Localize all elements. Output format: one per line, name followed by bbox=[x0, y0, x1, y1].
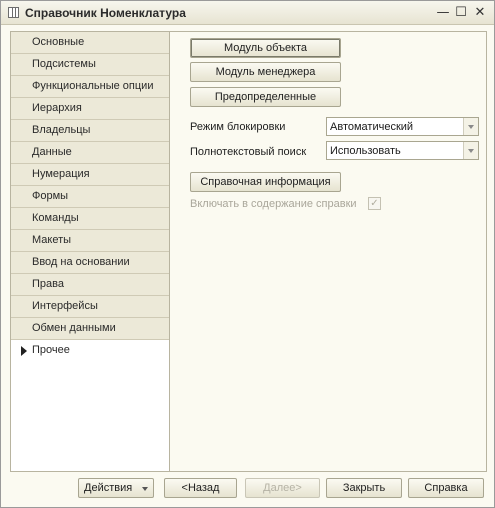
include-in-help-label: Включать в содержание справки bbox=[190, 198, 357, 210]
actions-menu-button[interactable]: Действия bbox=[78, 478, 154, 498]
chevron-down-icon bbox=[142, 487, 148, 491]
sidebar-item-other-label: Прочее bbox=[32, 344, 70, 356]
sidebar-item-templates[interactable]: Макеты bbox=[11, 230, 169, 252]
next-button[interactable]: Далее> bbox=[245, 478, 320, 498]
sidebar-nav: Основные Подсистемы Функциональные опции… bbox=[10, 31, 170, 472]
close-icon[interactable]: ✕ bbox=[472, 5, 488, 21]
lock-mode-select[interactable]: Автоматический bbox=[326, 117, 479, 136]
predefined-button[interactable]: Предопределенные bbox=[190, 87, 341, 107]
sidebar-item-hierarchy[interactable]: Иерархия bbox=[11, 98, 169, 120]
close-button[interactable]: Закрыть bbox=[326, 478, 402, 498]
sidebar-item-forms[interactable]: Формы bbox=[11, 186, 169, 208]
sidebar-item-basic[interactable]: Основные bbox=[11, 32, 169, 54]
window-title: Справочник Номенклатура bbox=[25, 6, 186, 20]
lock-mode-label: Режим блокировки bbox=[190, 121, 286, 133]
help-info-button[interactable]: Справочная информация bbox=[190, 172, 341, 192]
maximize-icon[interactable]: ☐ bbox=[453, 5, 469, 21]
help-button[interactable]: Справка bbox=[408, 478, 484, 498]
fulltext-search-value: Использовать bbox=[330, 145, 401, 157]
manager-module-button[interactable]: Модуль менеджера bbox=[190, 62, 341, 82]
catalog-icon bbox=[8, 7, 19, 18]
sidebar-item-other[interactable]: Прочее bbox=[11, 340, 169, 362]
selected-arrow-icon bbox=[21, 346, 27, 356]
include-in-help-checkbox[interactable]: ✓ bbox=[368, 197, 381, 210]
title-bar: Справочник Номенклатура — ☐ ✕ bbox=[1, 1, 494, 25]
chevron-down-icon[interactable] bbox=[463, 118, 478, 135]
sidebar-item-owners[interactable]: Владельцы bbox=[11, 120, 169, 142]
sidebar-item-commands[interactable]: Команды bbox=[11, 208, 169, 230]
minimize-icon[interactable]: — bbox=[435, 5, 451, 21]
object-module-button[interactable]: Модуль объекта bbox=[190, 38, 341, 58]
sidebar-item-data-exchange[interactable]: Обмен данными bbox=[11, 318, 169, 340]
sidebar-item-data[interactable]: Данные bbox=[11, 142, 169, 164]
actions-label: Действия bbox=[84, 482, 133, 494]
sidebar-item-rights[interactable]: Права bbox=[11, 274, 169, 296]
lock-mode-value: Автоматический bbox=[330, 121, 414, 133]
sidebar-item-functional-options[interactable]: Функциональные опции bbox=[11, 76, 169, 98]
chevron-down-icon[interactable] bbox=[463, 142, 478, 159]
back-button[interactable]: <Назад bbox=[164, 478, 237, 498]
sidebar-item-numbering[interactable]: Нумерация bbox=[11, 164, 169, 186]
fulltext-search-select[interactable]: Использовать bbox=[326, 141, 479, 160]
sidebar-item-input-based-on[interactable]: Ввод на основании bbox=[11, 252, 169, 274]
sidebar-item-interfaces[interactable]: Интерфейсы bbox=[11, 296, 169, 318]
sidebar-item-subsystems[interactable]: Подсистемы bbox=[11, 54, 169, 76]
settings-window: Справочник Номенклатура — ☐ ✕ Основные П… bbox=[0, 0, 495, 508]
fulltext-search-label: Полнотекстовый поиск bbox=[190, 146, 307, 158]
